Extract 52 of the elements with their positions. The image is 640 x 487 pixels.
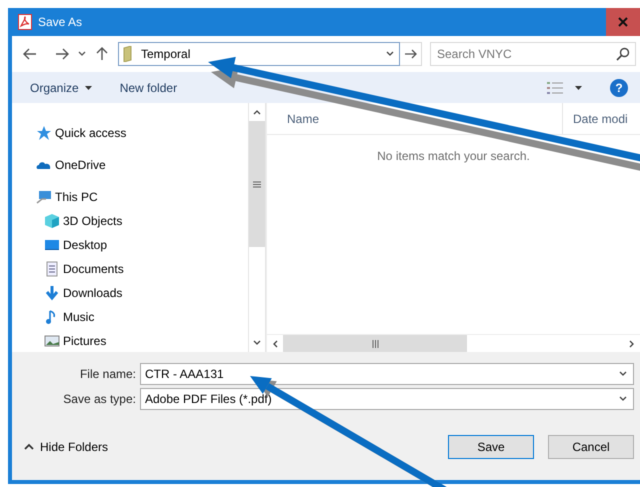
caret-down-icon — [575, 86, 582, 90]
sidebar-item[interactable]: Documents — [44, 257, 124, 281]
view-button[interactable] — [547, 80, 582, 94]
cube-icon — [44, 213, 60, 229]
computer-icon — [36, 189, 52, 205]
pdf-icon — [18, 14, 32, 30]
cancel-button[interactable]: Cancel — [548, 435, 634, 459]
back-arrow-icon — [22, 46, 38, 62]
document-icon — [44, 261, 60, 277]
grip-icon — [253, 180, 261, 188]
chevron-up-icon — [24, 443, 34, 451]
sidebar-item[interactable]: OneDrive — [36, 153, 106, 177]
column-header[interactable]: Name — [267, 103, 562, 134]
up-arrow-icon — [94, 46, 110, 62]
sidebar-item[interactable]: Desktop — [44, 233, 108, 257]
sidebar-item[interactable]: Downloads — [44, 281, 122, 305]
close-button[interactable] — [606, 8, 640, 36]
folder-icon — [123, 46, 133, 62]
help-button[interactable]: ? — [610, 78, 628, 96]
picture-icon — [44, 333, 60, 349]
vertical-scrollbar[interactable] — [248, 103, 266, 352]
address-field[interactable]: Temporal — [118, 42, 400, 66]
list-view-icon — [547, 80, 563, 94]
close-icon — [618, 17, 628, 27]
save-button[interactable]: Save — [448, 435, 534, 459]
sidebar-item[interactable]: Quick access — [36, 121, 126, 145]
scroll-thumb[interactable] — [249, 121, 265, 247]
column-header[interactable]: Date modi — [562, 103, 628, 134]
sidebar-item[interactable]: Music — [44, 305, 94, 329]
window-title: Save As — [38, 14, 82, 31]
forward-arrow-icon — [54, 46, 70, 62]
organize-button[interactable]: Organize — [30, 78, 92, 96]
scroll-thumb[interactable] — [283, 335, 467, 352]
sidebar-item[interactable]: 3D Objects — [44, 209, 122, 233]
file-name-field[interactable]: CTR - AAA131 — [140, 363, 634, 385]
monitor-icon — [44, 237, 60, 253]
new-folder-button[interactable]: New folder — [120, 78, 178, 96]
grip-icon — [372, 340, 378, 348]
empty-message: No items match your search. — [377, 149, 530, 163]
search-field[interactable]: Search VNYC — [430, 42, 636, 66]
right-arrow-icon — [404, 48, 418, 60]
file-type-label: Save as type: — [62, 391, 137, 408]
file-type-dropdown[interactable]: Adobe PDF Files (*.pdf) — [140, 388, 634, 410]
star-icon — [36, 125, 52, 141]
horizontal-scrollbar[interactable] — [267, 334, 640, 352]
hide-folders-button[interactable]: Hide Folders — [24, 438, 108, 456]
go-button[interactable] — [400, 42, 422, 66]
caret-down-icon — [84, 86, 92, 90]
sidebar-item[interactable]: This PC — [36, 185, 98, 209]
file-name-label: File name: — [78, 366, 137, 383]
down-arrow-icon — [44, 285, 60, 301]
search-icon — [616, 47, 630, 61]
